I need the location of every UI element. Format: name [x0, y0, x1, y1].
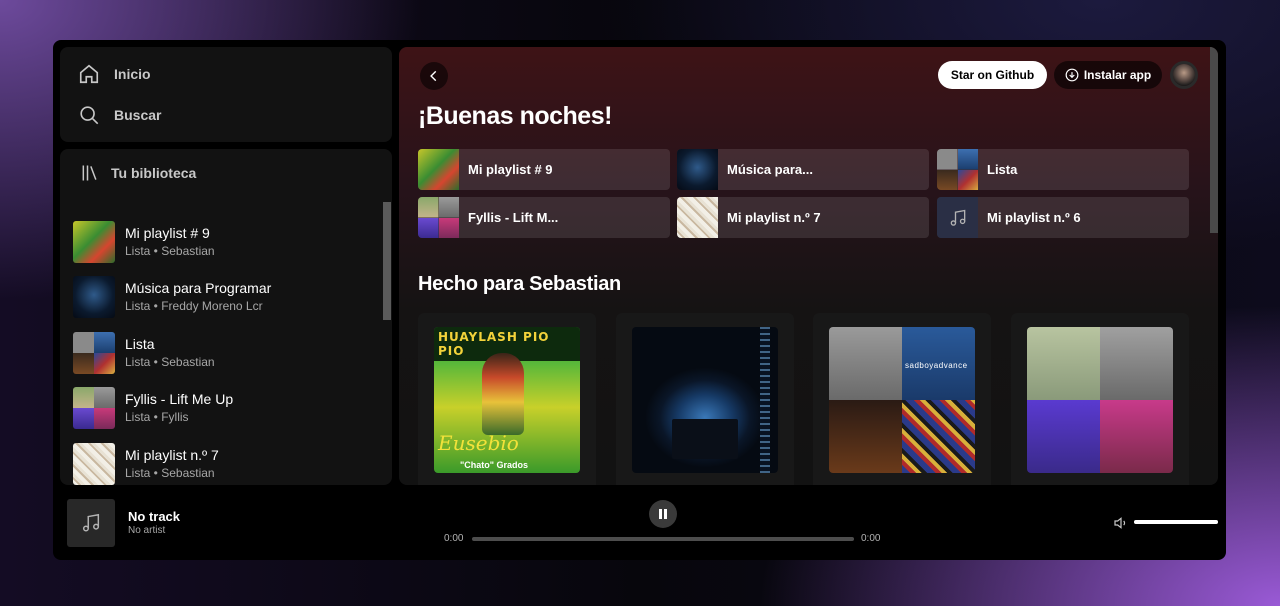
playlist-thumbnail	[73, 442, 115, 485]
now-playing-title: No track	[128, 509, 181, 524]
playlist-thumbnail	[418, 149, 459, 190]
playlist-thumbnail	[73, 331, 115, 374]
time-total: 0:00	[861, 533, 881, 544]
quick-item-label: Mi playlist # 9	[468, 162, 553, 177]
music-note-icon	[82, 513, 100, 532]
main-panel: Star on Github Instalar app ¡Buenas noch…	[399, 47, 1218, 485]
progress-bar[interactable]	[472, 537, 854, 541]
card-art-caption: "Chato" Grados	[460, 460, 529, 470]
playlist-thumbnail	[73, 220, 115, 263]
quick-item[interactable]: Fyllis - Lift M...	[418, 197, 670, 238]
playlist-thumbnail	[677, 149, 718, 190]
back-button[interactable]	[420, 62, 448, 90]
nav-home[interactable]: Inicio	[78, 59, 151, 89]
nav-search-label: Buscar	[114, 107, 162, 123]
mix-card[interactable]	[1011, 313, 1189, 485]
playlist-name: Mi playlist # 9	[125, 224, 210, 241]
main-scrollbar[interactable]	[1210, 47, 1218, 233]
playlist-thumbnail	[418, 197, 459, 238]
playlist-meta: Lista • Sebastian	[125, 243, 215, 258]
card-art	[632, 327, 778, 473]
playlist-name: Mi playlist n.º 7	[125, 446, 219, 463]
nav-panel: Inicio Buscar	[60, 47, 392, 142]
card-art: sadboyadvance	[829, 327, 975, 473]
nav-home-label: Inicio	[114, 66, 151, 82]
section-title: Hecho para Sebastian	[418, 273, 621, 295]
mix-card[interactable]: sadboyadvance	[813, 313, 991, 485]
list-item[interactable]: Mi playlist # 9 Lista • Sebastian	[73, 214, 373, 270]
chevron-left-icon	[430, 70, 437, 82]
now-playing-art	[67, 499, 115, 547]
quick-access-grid: Mi playlist # 9 Música para... Lista Fyl…	[418, 149, 1189, 238]
install-app-label: Instalar app	[1083, 68, 1152, 82]
quick-item-label: Mi playlist n.º 6	[987, 210, 1081, 225]
volume-fill	[1134, 520, 1218, 524]
playlist-meta: Lista • Sebastian	[125, 354, 215, 369]
install-app-button[interactable]: Instalar app	[1054, 61, 1162, 89]
quick-item-label: Música para...	[727, 162, 813, 177]
list-item[interactable]: Música para Programar Lista • Freddy Mor…	[73, 270, 373, 326]
nav-search[interactable]: Buscar	[78, 100, 161, 130]
card-art-subtitle: Eusebio	[438, 431, 519, 455]
library-title: Tu biblioteca	[111, 165, 197, 181]
quick-item[interactable]: Música para...	[677, 149, 929, 190]
playlist-name: Fyllis - Lift Me Up	[125, 391, 234, 408]
card-art-text: sadboyadvance	[905, 361, 968, 370]
library-panel: Tu biblioteca Mi playlist # 9 Lista • Se…	[60, 149, 392, 485]
star-github-button[interactable]: Star on Github	[938, 61, 1047, 89]
volume-icon[interactable]	[1113, 515, 1129, 531]
app-window: Inicio Buscar Tu biblioteca Mi playlist …	[53, 40, 1226, 560]
search-icon	[80, 106, 99, 125]
library-icon	[82, 165, 97, 181]
pause-button[interactable]	[649, 500, 677, 528]
now-playing-artist: No artist	[128, 525, 166, 536]
playlist-meta: Lista • Sebastian	[125, 465, 215, 480]
library-scrollbar[interactable]	[383, 202, 391, 320]
quick-item[interactable]: Lista	[937, 149, 1189, 190]
volume-slider[interactable]	[1134, 520, 1218, 524]
home-icon	[79, 64, 99, 84]
pause-icon	[659, 509, 667, 519]
mix-card[interactable]	[616, 313, 794, 485]
quick-item[interactable]: Mi playlist n.º 6	[937, 197, 1189, 238]
library-header[interactable]: Tu biblioteca	[80, 163, 196, 183]
card-art: HUAYLASH PIO PIO Eusebio "Chato" Grados	[434, 327, 580, 473]
mix-card[interactable]: HUAYLASH PIO PIO Eusebio "Chato" Grados	[418, 313, 596, 485]
playlist-name: Lista	[125, 335, 155, 352]
avatar[interactable]	[1170, 61, 1198, 89]
page-title: ¡Buenas noches!	[418, 102, 612, 130]
playlist-thumbnail	[937, 197, 978, 238]
playlist-thumbnail	[937, 149, 978, 190]
playlist-meta: Lista • Freddy Moreno Lcr	[125, 299, 263, 314]
playlist-thumbnail	[73, 387, 115, 430]
music-note-icon	[950, 209, 965, 226]
download-icon	[1065, 68, 1079, 82]
list-item[interactable]: Fyllis - Lift Me Up Lista • Fyllis	[73, 381, 373, 437]
list-item[interactable]: Mi playlist n.º 7 Lista • Sebastian	[73, 436, 373, 485]
card-art	[1027, 327, 1173, 473]
quick-item[interactable]: Mi playlist # 9	[418, 149, 670, 190]
time-current: 0:00	[444, 533, 464, 544]
quick-item-label: Lista	[987, 162, 1018, 177]
quick-item[interactable]: Mi playlist n.º 7	[677, 197, 929, 238]
playlist-name: Música para Programar	[125, 280, 272, 297]
list-item[interactable]: Lista Lista • Sebastian	[73, 325, 373, 381]
library-list: Mi playlist # 9 Lista • Sebastian Música…	[73, 214, 373, 485]
playlist-thumbnail	[677, 197, 718, 238]
playlist-meta: Lista • Fyllis	[125, 410, 189, 425]
quick-item-label: Fyllis - Lift M...	[468, 210, 559, 225]
playlist-thumbnail	[73, 276, 115, 319]
quick-item-label: Mi playlist n.º 7	[727, 210, 821, 225]
